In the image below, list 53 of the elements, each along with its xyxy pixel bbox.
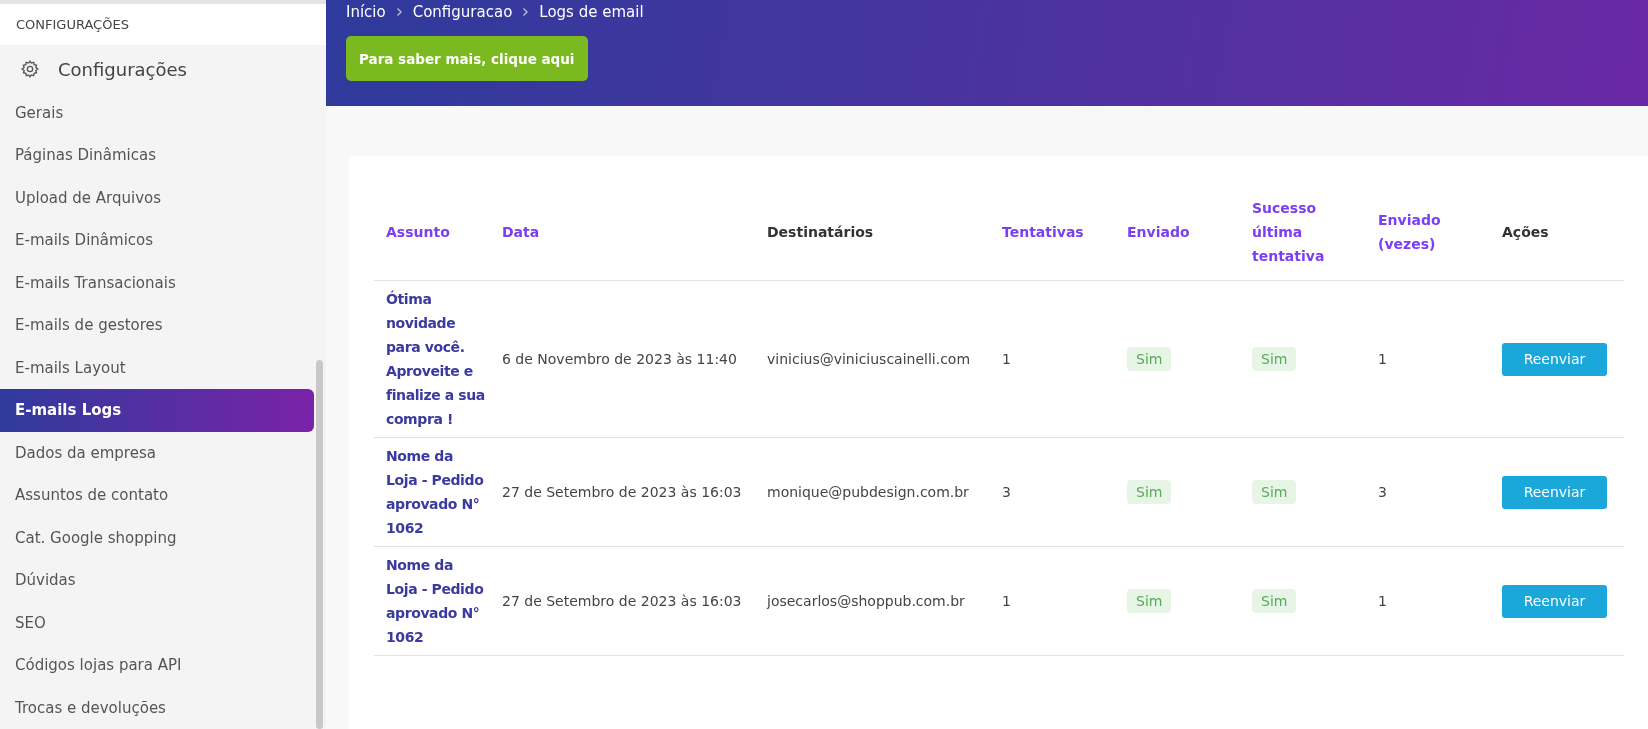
success-status: Sim bbox=[1252, 347, 1297, 371]
sidebar-item[interactable]: Gerais bbox=[0, 91, 314, 134]
date-cell: 27 de Setembro de 2023 às 16:03 bbox=[490, 546, 755, 656]
gear-icon bbox=[20, 59, 40, 79]
sent-status: Sim bbox=[1127, 480, 1172, 504]
section-title: CONFIGURAÇÕES bbox=[16, 16, 129, 32]
chevron-icon bbox=[522, 7, 530, 17]
attempts-cell: 1 bbox=[990, 280, 1115, 438]
breadcrumb-link[interactable]: Início bbox=[346, 3, 386, 21]
recipient-cell: monique@pubdesign.com.br bbox=[755, 437, 990, 547]
sidebar-item[interactable]: E-mails Dinâmicos bbox=[0, 219, 314, 262]
sidebar-item[interactable]: Dúvidas bbox=[0, 559, 314, 602]
attempts-cell: 3 bbox=[990, 437, 1115, 547]
success-status: Sim bbox=[1252, 589, 1297, 613]
attempts-cell: 1 bbox=[990, 546, 1115, 656]
sidebar-item[interactable]: SEO bbox=[0, 601, 314, 644]
subject-cell: Nome da Loja - Pedido aprovado N° 1062 bbox=[374, 437, 490, 547]
column-header: Ações bbox=[1490, 184, 1624, 281]
breadcrumb-link[interactable]: Logs de email bbox=[539, 3, 644, 21]
sidebar-item[interactable]: Códigos lojas para API bbox=[0, 644, 314, 687]
column-header[interactable]: Assunto bbox=[374, 184, 490, 281]
sidebar-item[interactable]: E-mails Logs bbox=[0, 389, 314, 432]
sidebar-item[interactable]: Dados da empresa bbox=[0, 431, 314, 474]
recipient-cell: josecarlos@shoppub.com.br bbox=[755, 546, 990, 656]
group-label: Configurações bbox=[58, 58, 187, 80]
sidebar-item[interactable]: Assuntos de contato bbox=[0, 474, 314, 517]
sent-status: Sim bbox=[1127, 347, 1172, 371]
subject-cell: Nome da Loja - Pedido aprovado N° 1062 bbox=[374, 546, 490, 656]
scrollbar[interactable] bbox=[316, 360, 323, 729]
chevron-icon bbox=[395, 7, 403, 17]
sidebar-item[interactable]: E-mails Transacionais bbox=[0, 261, 314, 304]
times-cell: 1 bbox=[1366, 546, 1490, 656]
column-header[interactable]: Enviado bbox=[1115, 184, 1240, 281]
breadcrumb-link[interactable]: Configuracao bbox=[412, 3, 513, 21]
sidebar-item[interactable]: Trocas e devoluções bbox=[0, 686, 314, 729]
sent-status: Sim bbox=[1127, 589, 1172, 613]
sidebar-item[interactable]: E-mails de gestores bbox=[0, 304, 314, 347]
sidebar-item[interactable]: Upload de Arquivos bbox=[0, 176, 314, 219]
recipient-cell: vinicius@viniciuscainelli.com bbox=[755, 280, 990, 438]
success-status: Sim bbox=[1252, 480, 1297, 504]
sidebar-item[interactable]: E-mails Layout bbox=[0, 346, 314, 389]
times-cell: 3 bbox=[1366, 437, 1490, 547]
date-cell: 6 de Novembro de 2023 às 11:40 bbox=[490, 280, 755, 438]
sidebar-item[interactable]: Cat. Google shopping bbox=[0, 516, 314, 559]
times-cell: 1 bbox=[1366, 280, 1490, 438]
date-cell: 27 de Setembro de 2023 às 16:03 bbox=[490, 437, 755, 547]
subject-cell: Ótima novidade para você. Aproveite e finalize a sua compra ! bbox=[374, 280, 490, 438]
column-header: Destinatários bbox=[755, 184, 990, 281]
column-header[interactable]: Data bbox=[490, 184, 755, 281]
column-header[interactable]: Sucesso última tentativa bbox=[1240, 184, 1366, 281]
sidebar-item[interactable]: Páginas Dinâmicas bbox=[0, 134, 314, 177]
column-header[interactable]: Enviado (vezes) bbox=[1366, 184, 1490, 281]
column-header[interactable]: Tentativas bbox=[990, 184, 1115, 281]
